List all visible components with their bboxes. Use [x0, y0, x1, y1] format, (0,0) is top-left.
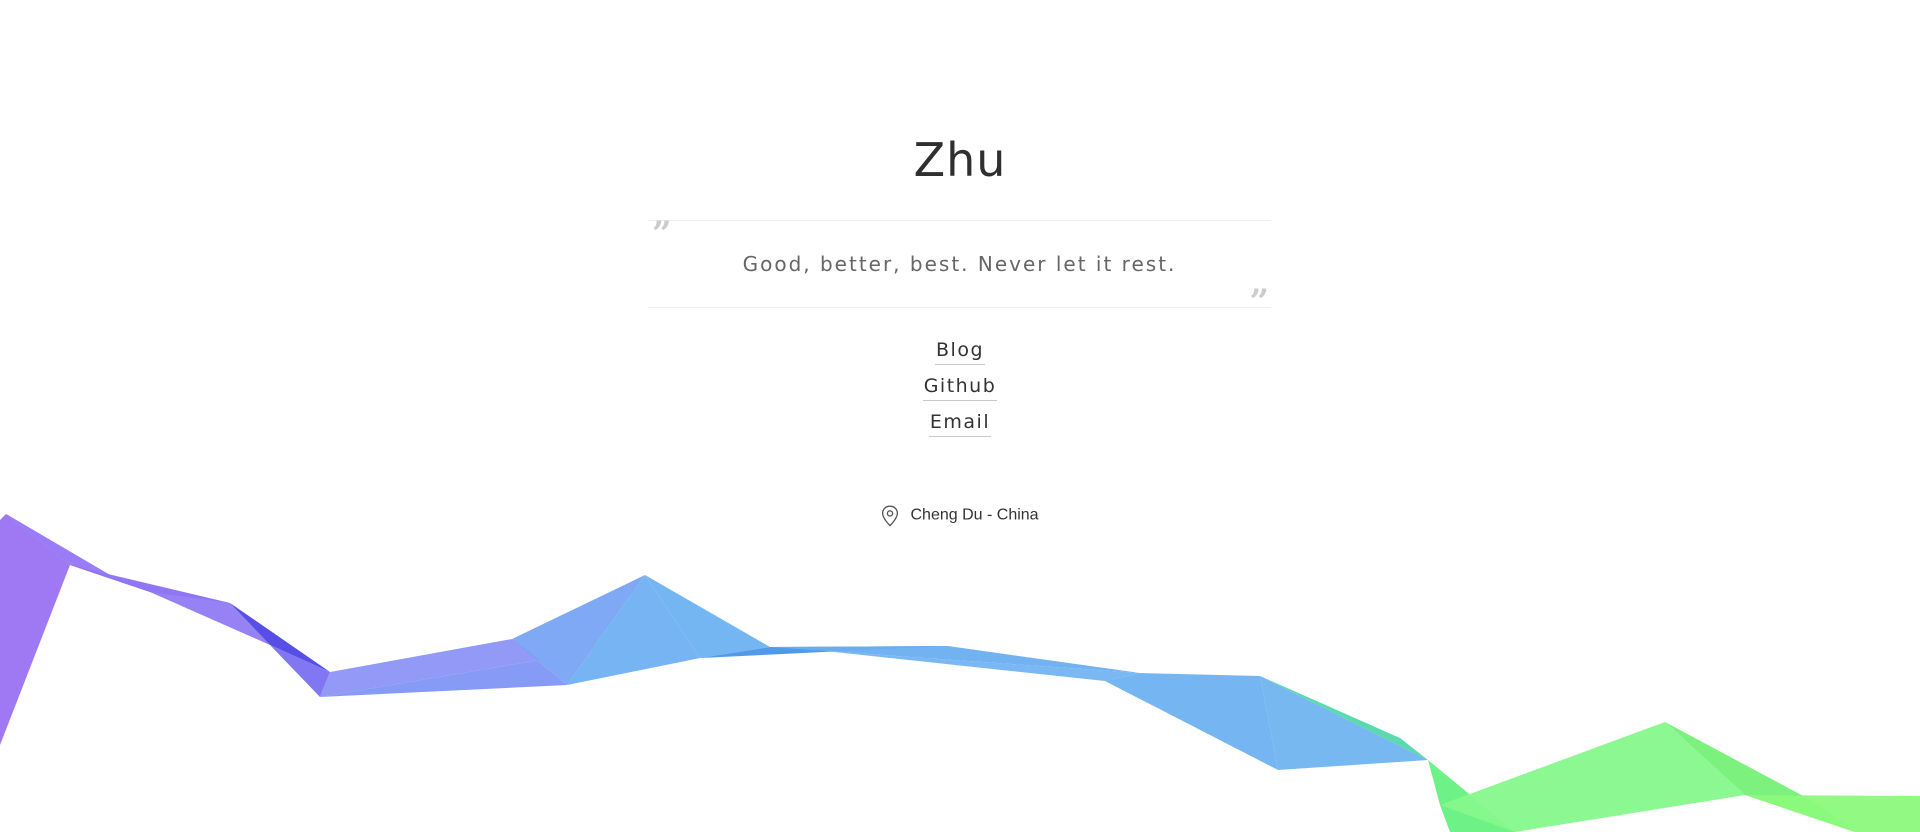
ribbon-segment [770, 646, 1140, 673]
links-list: Blog Github Email [0, 336, 1920, 444]
location: Cheng Du - China [0, 503, 1920, 528]
blog-link[interactable]: Blog [935, 336, 985, 365]
ribbon-segment [1440, 722, 1745, 832]
map-pin-icon [882, 505, 899, 527]
quote-text: Good, better, best. Never let it rest. [742, 252, 1177, 276]
quote-block: ” Good, better, best. Never let it rest.… [648, 214, 1271, 319]
ribbon-segment [1745, 795, 1920, 832]
page-title: Zhu [913, 133, 1007, 187]
page: Zhu ” Good, better, best. Never let it r… [0, 0, 1920, 832]
ribbon-segment [70, 565, 270, 645]
github-link[interactable]: Github [922, 372, 998, 401]
link-item: Blog [0, 336, 1920, 372]
link-item: Email [0, 408, 1920, 444]
ribbon-segment [1260, 676, 1428, 770]
ribbon-segment [230, 603, 330, 672]
email-link[interactable]: Email [928, 408, 992, 437]
ribbon-segment [1105, 673, 1278, 770]
link-item: Github [0, 372, 1920, 408]
location-text: Cheng Du - China [910, 506, 1039, 524]
quote-open-icon: ” [652, 214, 672, 254]
quote-close-icon: ” [1249, 282, 1269, 322]
